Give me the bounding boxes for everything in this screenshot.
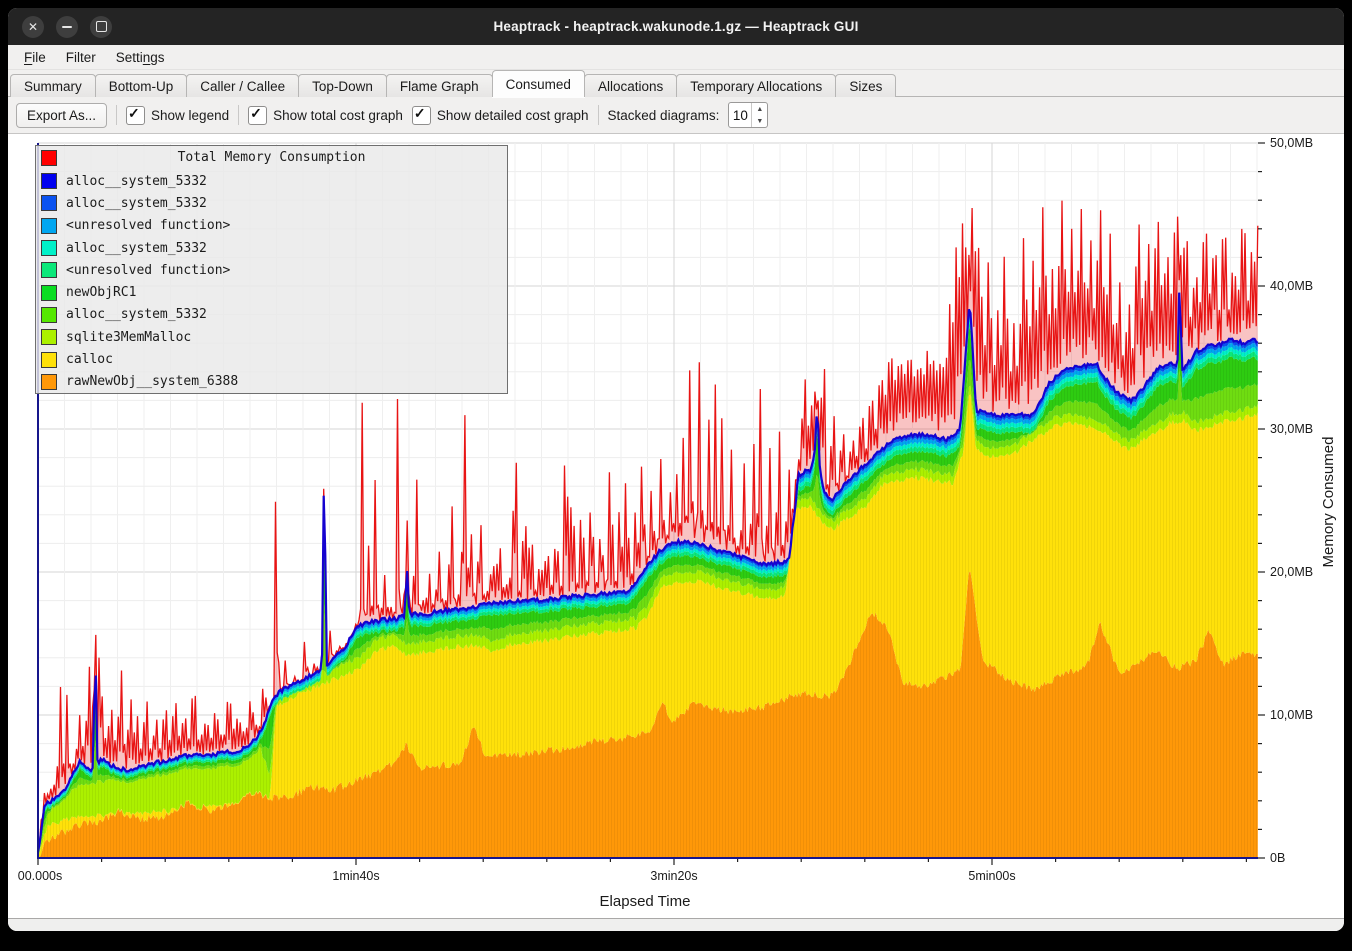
legend-swatch	[41, 218, 57, 234]
y-axis-title: Memory Consumed	[1320, 437, 1337, 568]
stacked-diagrams-spinner[interactable]: 10 ▲ ▼	[728, 102, 768, 128]
legend-label: <unresolved function>	[66, 263, 230, 278]
window-controls: ✕	[22, 8, 112, 45]
tabbar: Summary Bottom-Up Caller / Callee Top-Do…	[8, 70, 1344, 97]
legend-swatch	[41, 307, 57, 323]
show-total-cost-graph-checkbox[interactable]: ✓ Show total cost graph	[248, 106, 403, 125]
spinner-down-icon[interactable]: ▼	[752, 115, 767, 127]
toolbar-separator	[116, 105, 117, 125]
checkbox-box[interactable]: ✓	[248, 106, 267, 125]
legend-row: sqlite3MemMalloc	[36, 326, 507, 348]
tab-sizes[interactable]: Sizes	[835, 74, 896, 97]
legend-label: alloc__system_5332	[66, 241, 207, 256]
close-button[interactable]: ✕	[22, 16, 44, 38]
x-axis-title: Elapsed Time	[600, 893, 691, 910]
spinner-arrows[interactable]: ▲ ▼	[751, 103, 767, 127]
chart-legend: Total Memory Consumption alloc__system_5…	[35, 145, 508, 394]
checkbox-label: Show detailed cost graph	[437, 108, 589, 123]
legend-label: sqlite3MemMalloc	[66, 330, 191, 345]
menu-filter[interactable]: Filter	[56, 47, 106, 68]
stacked-diagrams-label: Stacked diagrams:	[608, 108, 720, 123]
legend-row: <unresolved function>	[36, 215, 507, 237]
legend-row: calloc	[36, 348, 507, 370]
tab-caller-callee[interactable]: Caller / Callee	[186, 74, 299, 97]
y-tick-label: 40,0MB	[1270, 279, 1313, 293]
tab-bottom-up[interactable]: Bottom-Up	[95, 74, 188, 97]
toolbar-separator	[598, 105, 599, 125]
show-detailed-cost-graph-checkbox[interactable]: ✓ Show detailed cost graph	[412, 106, 589, 125]
legend-label: alloc__system_5332	[66, 196, 207, 211]
maximize-icon	[96, 21, 107, 32]
menu-file[interactable]: File	[14, 47, 56, 68]
toolbar-separator	[238, 105, 239, 125]
toolbar: Export As... ✓ Show legend ✓ Show total …	[8, 97, 1344, 133]
legend-row: alloc__system_5332	[36, 237, 507, 259]
minimize-icon	[62, 26, 72, 28]
close-icon: ✕	[28, 21, 38, 33]
checkbox-label: Show legend	[151, 108, 229, 123]
checkbox-box[interactable]: ✓	[126, 106, 145, 125]
legend-row: alloc__system_5332	[36, 192, 507, 214]
tab-top-down[interactable]: Top-Down	[298, 74, 387, 97]
legend-title: Total Memory Consumption	[178, 150, 366, 165]
checkbox-label: Show total cost graph	[273, 108, 403, 123]
legend-label: <unresolved function>	[66, 218, 230, 233]
app-window: ✕ Heaptrack - heaptrack.wakunode.1.gz — …	[8, 8, 1344, 931]
legend-swatch-total	[41, 150, 57, 166]
legend-swatch	[41, 240, 57, 256]
titlebar: ✕ Heaptrack - heaptrack.wakunode.1.gz — …	[8, 8, 1344, 45]
legend-label: alloc__system_5332	[66, 174, 207, 189]
legend-swatch	[41, 195, 57, 211]
checkmark-icon: ✓	[414, 105, 426, 122]
legend-swatch	[41, 285, 57, 301]
tab-temporary-allocations[interactable]: Temporary Allocations	[676, 74, 836, 97]
legend-row: alloc__system_5332	[36, 304, 507, 326]
x-tick-label: 1min40s	[332, 869, 379, 883]
legend-swatch	[41, 374, 57, 390]
legend-swatch	[41, 352, 57, 368]
checkbox-box[interactable]: ✓	[412, 106, 431, 125]
y-tick-label: 50,0MB	[1270, 136, 1313, 150]
legend-title-row: Total Memory Consumption	[36, 146, 507, 170]
legend-swatch	[41, 329, 57, 345]
tab-summary[interactable]: Summary	[10, 74, 96, 97]
x-tick-label: 5min00s	[968, 869, 1015, 883]
y-tick-label: 30,0MB	[1270, 422, 1313, 436]
menubar: File Filter Settings	[8, 45, 1344, 70]
x-tick-label: 00.000s	[18, 869, 62, 883]
y-tick-label: 0B	[1270, 851, 1285, 865]
minimize-button[interactable]	[56, 16, 78, 38]
y-tick-label: 10,0MB	[1270, 708, 1313, 722]
legend-label: newObjRC1	[66, 285, 136, 300]
tab-allocations[interactable]: Allocations	[584, 74, 677, 97]
show-legend-checkbox[interactable]: ✓ Show legend	[126, 106, 229, 125]
menu-settings[interactable]: Settings	[106, 47, 175, 68]
checkmark-icon: ✓	[128, 105, 140, 122]
spinner-value[interactable]: 10	[729, 103, 751, 127]
export-as-button[interactable]: Export As...	[16, 103, 107, 128]
screenshot-root: ✕ Heaptrack - heaptrack.wakunode.1.gz — …	[0, 0, 1352, 951]
tab-flame-graph[interactable]: Flame Graph	[386, 74, 493, 97]
statusbar	[8, 918, 1344, 931]
legend-row: alloc__system_5332	[36, 170, 507, 192]
legend-swatch	[41, 262, 57, 278]
spinner-up-icon[interactable]: ▲	[752, 103, 767, 115]
checkmark-icon: ✓	[250, 105, 262, 122]
window-title: Heaptrack - heaptrack.wakunode.1.gz — He…	[493, 19, 858, 34]
x-tick-label: 3min20s	[650, 869, 697, 883]
maximize-button[interactable]	[90, 16, 112, 38]
tab-consumed[interactable]: Consumed	[492, 70, 585, 97]
legend-row: rawNewObj__system_6388	[36, 371, 507, 393]
legend-label: rawNewObj__system_6388	[66, 374, 238, 389]
consumed-chart-area: 00.000s 1min40s 3min20s 5min00s 0B 10,0MB 20,0…	[8, 133, 1344, 918]
y-tick-label: 20,0MB	[1270, 565, 1313, 579]
legend-swatch	[41, 173, 57, 189]
legend-label: alloc__system_5332	[66, 307, 207, 322]
legend-row: newObjRC1	[36, 281, 507, 303]
legend-label: calloc	[66, 352, 113, 367]
legend-row: <unresolved function>	[36, 259, 507, 281]
